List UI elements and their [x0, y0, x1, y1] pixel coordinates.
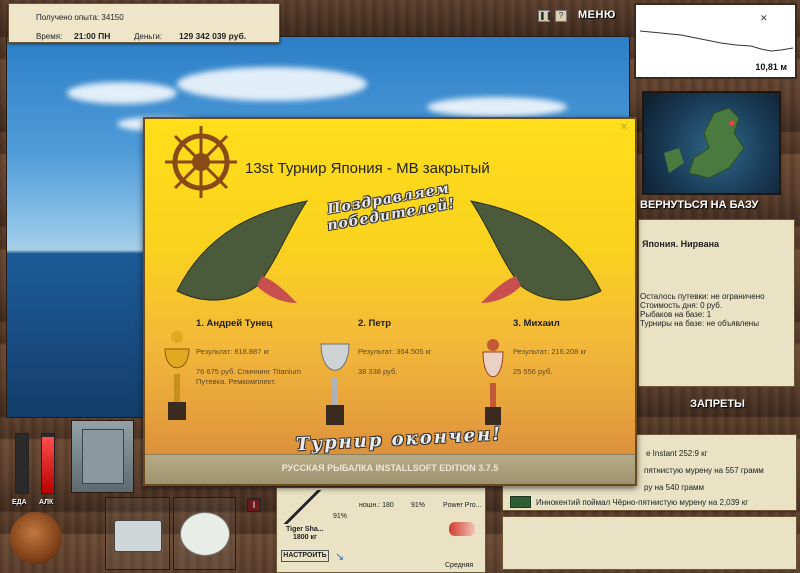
- help-icon[interactable]: ?: [555, 10, 567, 22]
- tackle-box-icon: [82, 429, 124, 484]
- winner-3-name: 3. Михаил: [513, 318, 560, 329]
- winner-2-prize: 38 338 руб.: [358, 367, 398, 376]
- rod-panel: 91% Tiger Sha... 1800 кг НАСТРОИТЬ ↘ нош…: [276, 487, 486, 573]
- alcohol-gauge: [41, 433, 55, 494]
- cloud: [177, 67, 367, 101]
- winner-2-result: Результат: 364.505 кг: [358, 347, 432, 356]
- close-icon[interactable]: ✕: [760, 13, 768, 24]
- food-gauge: [15, 433, 29, 494]
- fish-cage-icon: [114, 520, 162, 552]
- small-toggle-button[interactable]: I: [247, 498, 261, 512]
- winner-1-name: 1. Андрей Тунец: [196, 318, 273, 329]
- line-load: 91%: [411, 502, 426, 509]
- restrictions-button[interactable]: ЗАПРЕТЫ: [640, 398, 795, 410]
- landing-net-icon: [180, 512, 230, 556]
- rod-name: Tiger Sha...: [286, 526, 324, 533]
- food-label: ЕДА: [12, 499, 27, 506]
- arrow-icon[interactable]: ↘: [335, 550, 344, 563]
- menu-button[interactable]: МЕНЮ: [578, 9, 616, 21]
- winner-2-name: 2. Петр: [358, 318, 392, 329]
- experience-readout: Получено опыта: 34150: [36, 13, 124, 22]
- cloud: [427, 97, 567, 117]
- day-cost: Стоимость дня: 0 руб.: [640, 301, 723, 310]
- reel-info: ношн.: 180: [359, 502, 394, 509]
- tournament-results-dialog: ✕ 13st Турнир Япония - MB закрытый Поздр…: [143, 117, 637, 486]
- winner-1-prize: 76 675 руб. Спиннинг Titanium Путевка. Р…: [196, 367, 301, 386]
- bronze-trophy-icon: [482, 339, 504, 425]
- feed-empty-area: [502, 516, 797, 570]
- money-label: Деньги:: [134, 32, 163, 41]
- rod-icon: [281, 490, 327, 524]
- lure-name: Средняя: [445, 562, 474, 569]
- money-value: 129 342 039 руб.: [179, 31, 247, 41]
- setup-button[interactable]: НАСТРОИТЬ: [281, 550, 329, 562]
- japan-map: [664, 107, 745, 179]
- silver-trophy-icon: [320, 343, 350, 425]
- tournaments-status: Турниры на базе: не объявлены: [640, 319, 759, 328]
- tournament-finished-banner: Турнир окончен!: [295, 423, 503, 456]
- tackle-box-slot[interactable]: [71, 420, 134, 493]
- tournament-title: 13st Турнир Япония - MB закрытый: [245, 160, 490, 177]
- pike-fish-right: [469, 200, 602, 303]
- location-info-panel: Япония. Нирвана Осталось путевки: не огр…: [638, 219, 795, 387]
- trip-remaining: Осталось путевки: не ограничено: [640, 292, 765, 301]
- time-value: 21:00 ПН: [74, 31, 111, 41]
- ship-wheel-icon: [165, 126, 237, 198]
- fish-cage-slot[interactable]: [105, 497, 170, 570]
- gold-trophy-icon: [164, 331, 190, 420]
- bait-bowl-icon[interactable]: [10, 512, 62, 564]
- time-label: Время:: [36, 32, 63, 41]
- bait-name: Power Pro...: [443, 502, 482, 509]
- lure-icon: [449, 522, 475, 536]
- winner-3-prize: 25 556 руб.: [513, 367, 553, 376]
- dialog-footer: РУССКАЯ РЫБАЛКА INSTALLSOFT EDITION 3.7.…: [145, 454, 635, 484]
- fish-icon: [510, 496, 531, 508]
- winner-1-result: Результат: 818.887 кг: [196, 347, 270, 356]
- pike-fish-left: [176, 200, 309, 303]
- alcohol-label: АЛК: [39, 499, 54, 506]
- return-to-base-button[interactable]: ВЕРНУТЬСЯ НА БАЗУ: [640, 199, 795, 211]
- player-stats-panel: Получено опыта: 34150 Время: 21:00 ПН Де…: [8, 3, 280, 43]
- location-name: Япония. Нирвана: [642, 239, 720, 249]
- location-details: Осталось путевки: не ограничено Стоимост…: [640, 292, 765, 328]
- pause-icon[interactable]: ❚❚: [538, 10, 552, 22]
- rod-weight: 1800 кг: [293, 534, 317, 541]
- depth-value: 10,81 м: [755, 62, 787, 72]
- anglers-count: Рыбаков на базе: 1: [640, 310, 712, 319]
- depth-graph: ✕ 10,81 м: [634, 3, 797, 79]
- winner-3-result: Результат: 216.208 кг: [513, 347, 587, 356]
- rod-load: 91%: [333, 513, 348, 520]
- location-map[interactable]: [642, 91, 781, 195]
- landing-net-slot[interactable]: [173, 497, 236, 570]
- cloud: [67, 82, 177, 104]
- close-icon[interactable]: ✕: [619, 123, 629, 133]
